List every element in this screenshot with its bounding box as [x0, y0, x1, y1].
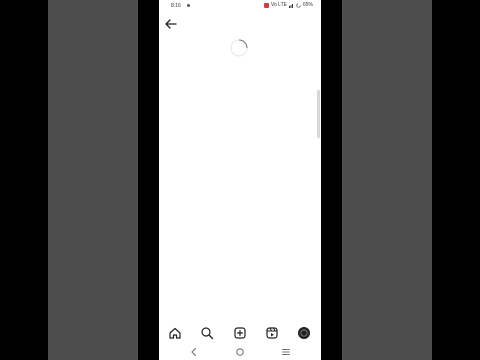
loading-spinner-icon [230, 39, 248, 57]
network-label: Vo LTE [270, 2, 287, 8]
nav-home-icon[interactable] [234, 346, 246, 358]
status-time: 8:16 [171, 3, 181, 9]
search-icon[interactable] [200, 326, 214, 340]
status-right: Vo LTE 65% [263, 2, 313, 8]
battery-ring-icon [296, 2, 301, 8]
add-post-icon[interactable] [233, 326, 247, 340]
home-icon[interactable] [168, 326, 182, 340]
bottom-tab-bar [159, 322, 321, 344]
arrow-left-icon[interactable] [164, 17, 178, 31]
phone-screen: 8:16 Vo LTE 65% [159, 0, 321, 360]
system-nav-bar [159, 344, 321, 360]
nav-menu-icon[interactable] [280, 346, 292, 358]
nav-back-icon[interactable] [188, 346, 200, 358]
scrollbar[interactable] [317, 90, 320, 138]
right-side-panel [342, 0, 432, 360]
profile-avatar-icon[interactable] [297, 326, 311, 340]
signal-icon [288, 3, 293, 8]
notification-dot-icon [187, 4, 190, 7]
battery-label: 65% [302, 2, 313, 8]
status-bar: 8:16 Vo LTE 65% [159, 0, 321, 12]
notification-badge-icon [263, 2, 269, 8]
left-side-panel [48, 0, 138, 360]
reels-icon[interactable] [265, 326, 279, 340]
